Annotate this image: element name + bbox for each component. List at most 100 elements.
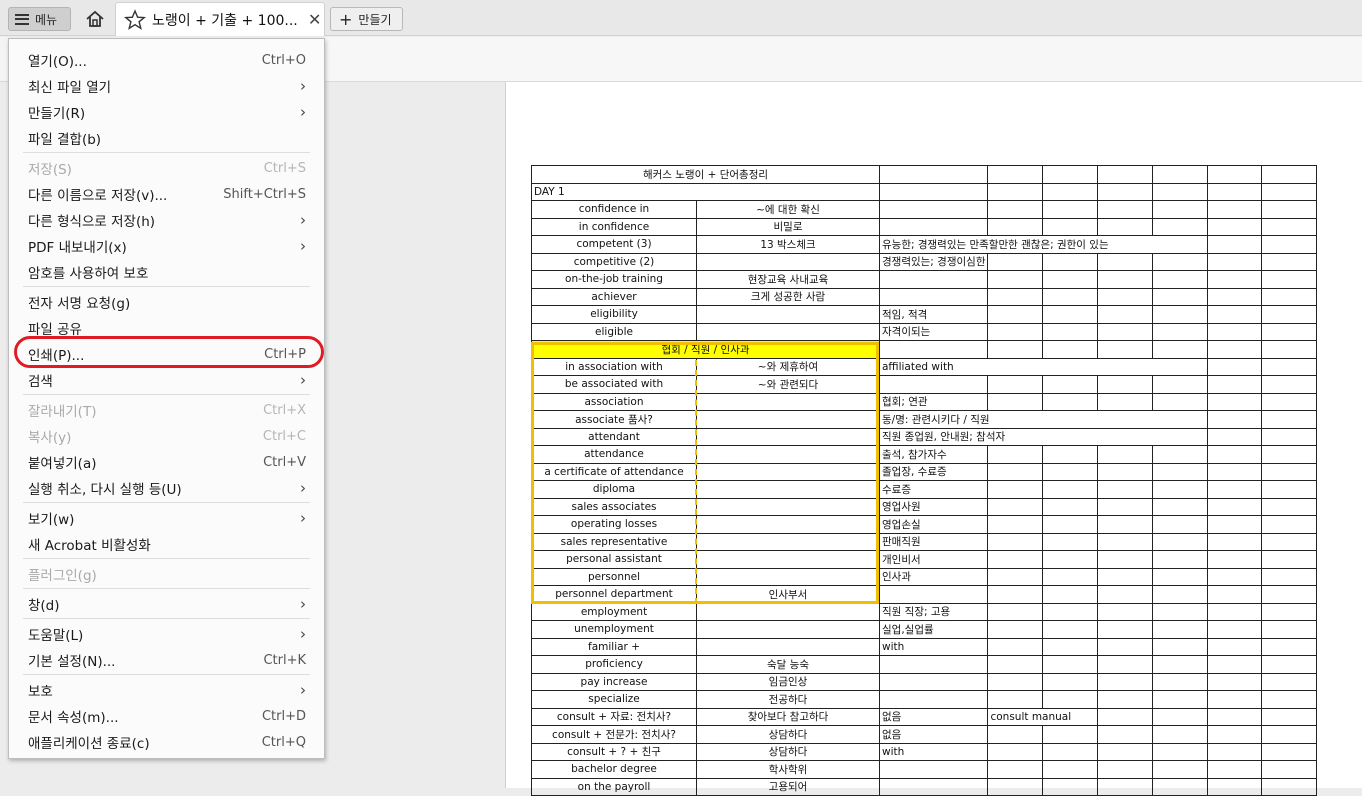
table-cell	[1207, 585, 1263, 604]
menu-separator	[23, 152, 310, 153]
table-cell: sales representative	[531, 532, 697, 551]
table-cell	[696, 305, 880, 324]
table-cell	[1097, 182, 1154, 201]
table-cell	[987, 462, 1044, 481]
menu-item[interactable]: 다른 이름으로 저장(v)... Shift+Ctrl+S	[9, 181, 324, 207]
table-row: employment 직원 직장; 고용	[531, 602, 1318, 621]
table-row: attendant 직원 종업원, 안내원; 참석자	[531, 427, 1318, 446]
create-button[interactable]: + 만들기	[330, 7, 403, 31]
table-cell	[987, 655, 1044, 674]
close-icon[interactable]: ✕	[308, 10, 321, 29]
menu-item[interactable]: 암호를 사용하여 보호	[9, 259, 324, 285]
table-cell	[987, 585, 1044, 604]
table-cell	[878, 690, 989, 709]
table-cell	[1207, 235, 1263, 254]
table-cell	[1261, 252, 1318, 271]
table-cell: 출석, 참가자수	[878, 445, 989, 464]
table-cell	[1042, 340, 1099, 359]
document-tab[interactable]: 노랭이 + 기출 + 100... ✕	[115, 2, 325, 36]
menu-item[interactable]: 인쇄(P)... Ctrl+P	[9, 341, 324, 367]
table-cell	[1097, 602, 1154, 621]
table-cell	[1261, 725, 1318, 744]
table-cell: sales associates	[531, 497, 697, 516]
table-cell	[696, 567, 880, 586]
table-cell	[1097, 655, 1154, 674]
table-cell	[1207, 165, 1263, 184]
menu-item[interactable]: 붙여넣기(a) Ctrl+V	[9, 449, 324, 475]
table-cell: affiliated with	[878, 357, 1209, 376]
table-cell	[1042, 287, 1099, 306]
menu-item-shortcut: Ctrl+S	[263, 160, 306, 176]
table-row: personnel department 인사부서	[531, 585, 1318, 604]
table-cell	[1042, 217, 1099, 236]
table-cell: personnel department	[531, 585, 697, 604]
table-cell	[1097, 200, 1154, 219]
menu-item[interactable]: 보기(w) ›	[9, 505, 324, 531]
table-cell	[1207, 497, 1263, 516]
menu-item[interactable]: 실행 취소, 다시 실행 등(U) ›	[9, 475, 324, 501]
table-cell: DAY 1	[531, 182, 880, 201]
table-row: unemployment 실업,실업률	[531, 620, 1318, 639]
menu-item[interactable]: 최신 파일 열기 ›	[9, 73, 324, 99]
menu-item: 저장(S) Ctrl+S	[9, 155, 324, 181]
table-row: consult + 자료: 전치사? 찾아보다 참고하다 없음 consult man…	[531, 707, 1318, 726]
menu-item[interactable]: 새 Acrobat 비활성화	[9, 531, 324, 557]
menu-item[interactable]: PDF 내보내기(x) ›	[9, 233, 324, 259]
menu-item[interactable]: 창(d) ›	[9, 591, 324, 617]
menu-item[interactable]: 검색 ›	[9, 367, 324, 393]
table-cell	[1042, 585, 1099, 604]
table-cell: consult + 자료: 전치사?	[531, 707, 697, 726]
table-cell: 찾아보다 참고하다	[696, 707, 880, 726]
table-cell	[1207, 410, 1263, 429]
menu-item[interactable]: 문서 속성(m)... Ctrl+D	[9, 703, 324, 729]
menu-item-label: 플러그인(g)	[28, 568, 97, 584]
chevron-right-icon: ›	[300, 237, 306, 255]
table-cell	[987, 497, 1044, 516]
table-cell	[1261, 445, 1318, 464]
menu-item[interactable]: 도움말(L) ›	[9, 621, 324, 647]
menu-item[interactable]: 열기(O)... Ctrl+O	[9, 47, 324, 73]
table-cell	[987, 550, 1044, 569]
table-cell	[1152, 655, 1209, 674]
menu-item-label: 열기(O)...	[28, 54, 87, 70]
menu-item[interactable]: 기본 설정(N)... Ctrl+K	[9, 647, 324, 673]
table-cell	[1042, 165, 1099, 184]
table-cell: diploma	[531, 480, 697, 499]
star-icon[interactable]	[124, 8, 146, 31]
table-cell	[878, 165, 989, 184]
menu-button[interactable]: 메뉴	[8, 7, 71, 31]
table-cell	[1097, 497, 1154, 516]
table-cell	[1042, 252, 1099, 271]
table-cell	[1207, 287, 1263, 306]
table-cell: 13 박스체크	[696, 235, 880, 254]
table-cell	[1261, 497, 1318, 516]
menu-item-label: 창(d)	[28, 598, 60, 614]
table-row: bachelor degree 학사학위	[531, 760, 1318, 779]
menu-item[interactable]: 파일 결합(b)	[9, 125, 324, 151]
table-cell	[1207, 760, 1263, 779]
table-cell	[696, 550, 880, 569]
menu-item-shortcut: Ctrl+Q	[261, 734, 306, 750]
menu-item[interactable]: 다른 형식으로 저장(h) ›	[9, 207, 324, 233]
table-cell	[1042, 497, 1099, 516]
menu-item[interactable]: 전자 서명 요청(g)	[9, 289, 324, 315]
menu-item-label: 파일 결합(b)	[28, 132, 102, 148]
menu-item-label: 실행 취소, 다시 실행 등(U)	[28, 482, 182, 498]
menu-item[interactable]: 보호 ›	[9, 677, 324, 703]
menu-item-shortcut: Ctrl+V	[263, 454, 306, 470]
menu-item[interactable]: 만들기(R) ›	[9, 99, 324, 125]
table-cell	[1207, 322, 1263, 341]
table-cell	[1261, 357, 1318, 376]
table-cell	[1152, 305, 1209, 324]
table-cell	[987, 270, 1044, 289]
home-icon[interactable]	[84, 8, 106, 30]
table-cell	[1261, 567, 1318, 586]
menu-item[interactable]: 애플리케이션 종료(c) Ctrl+Q	[9, 729, 324, 755]
table-cell: 영업사원	[878, 497, 989, 516]
table-cell: operating losses	[531, 515, 697, 534]
table-cell	[1042, 725, 1099, 744]
table-cell	[1097, 515, 1154, 534]
table-cell	[1261, 585, 1318, 604]
table-cell: 임금인상	[696, 672, 880, 691]
menu-item[interactable]: 파일 공유	[9, 315, 324, 341]
